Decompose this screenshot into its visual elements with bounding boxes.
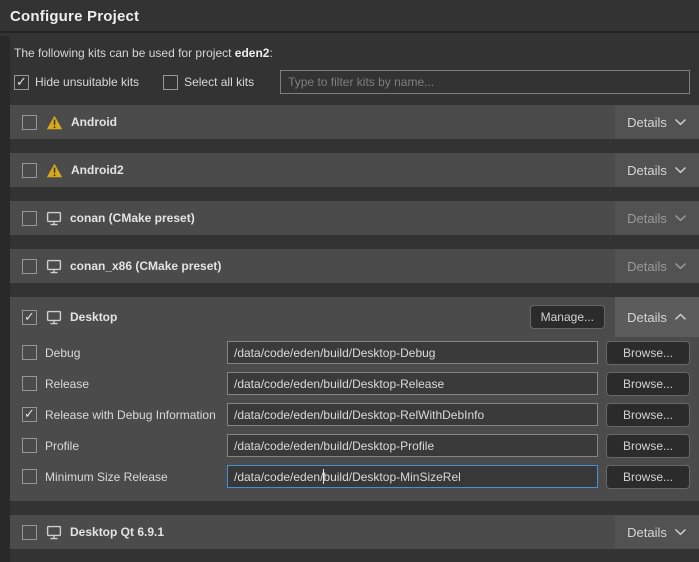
browse-button[interactable]: Browse... [606, 403, 690, 427]
config-row-release: Release Browse... [10, 368, 699, 399]
kit-name: Android [71, 115, 117, 129]
kit-row-android2: Android2 Details [10, 153, 699, 187]
kit-checkbox[interactable] [22, 211, 37, 226]
build-dir-input-relwithdebinfo[interactable] [227, 403, 598, 426]
checkbox-icon [163, 75, 178, 90]
select-all-kits-checkbox[interactable]: Select all kits [163, 75, 254, 90]
build-dir-input-release[interactable] [227, 372, 598, 395]
kit-checkbox[interactable] [22, 310, 37, 325]
chevron-down-icon [674, 528, 687, 536]
content-area: The following kits can be used for proje… [10, 33, 699, 549]
desktop-icon [46, 310, 62, 325]
details-label: Details [627, 211, 667, 226]
config-row-minsizerel: Minimum Size Release Browse... [10, 461, 699, 492]
config-label: Release [45, 377, 227, 391]
kit-name: Desktop [70, 310, 117, 324]
manage-kits-button[interactable]: Manage... [530, 305, 605, 329]
chevron-down-icon [674, 166, 687, 174]
config-checkbox[interactable] [22, 469, 37, 484]
details-label: Details [627, 115, 667, 130]
details-button-expanded[interactable]: Details [615, 297, 699, 337]
browse-button[interactable]: Browse... [606, 372, 690, 396]
kit-name: conan (CMake preset) [70, 211, 195, 225]
build-dir-input-debug[interactable] [227, 341, 598, 364]
project-name: eden2 [235, 46, 270, 60]
details-label: Details [627, 310, 667, 325]
config-label: Profile [45, 439, 227, 453]
intro-suffix: : [269, 46, 272, 60]
hide-unsuitable-kits-checkbox[interactable]: Hide unsuitable kits [14, 75, 139, 90]
config-checkbox[interactable] [22, 438, 37, 453]
kit-checkbox[interactable] [22, 115, 37, 130]
kit-name: Android2 [71, 163, 124, 177]
browse-button[interactable]: Browse... [606, 341, 690, 365]
kit-checkbox[interactable] [22, 259, 37, 274]
configure-project-window: Configure Project The following kits can… [0, 0, 699, 562]
config-row-profile: Profile Browse... [10, 430, 699, 461]
warning-icon [46, 115, 63, 130]
details-button-disabled: Details [615, 201, 699, 235]
config-label: Debug [45, 346, 227, 360]
chevron-up-icon [674, 313, 687, 321]
browse-button[interactable]: Browse... [606, 434, 690, 458]
details-button[interactable]: Details [615, 153, 699, 187]
kit-row-desktop: Desktop Manage... Details [10, 297, 699, 337]
config-row-debug: Debug Browse... [10, 337, 699, 368]
details-label: Details [627, 259, 667, 274]
build-dir-input-minsizerel[interactable] [227, 465, 598, 488]
desktop-icon [46, 211, 62, 226]
kit-block-desktop: Desktop Manage... Details Debug [10, 297, 699, 501]
details-button[interactable]: Details [615, 515, 699, 549]
desktop-icon [46, 259, 62, 274]
config-row-relwithdebinfo: Release with Debug Information Browse... [10, 399, 699, 430]
left-edge-strip [0, 36, 10, 562]
config-label: Minimum Size Release [45, 470, 227, 484]
kit-row-desktop-qt: Desktop Qt 6.9.1 Details [10, 515, 699, 549]
hide-unsuitable-kits-label: Hide unsuitable kits [35, 75, 139, 89]
page-title: Configure Project [10, 8, 689, 25]
checkbox-icon [14, 75, 29, 90]
kit-list: Android Details Android2 Details [10, 105, 699, 549]
build-config-list: Debug Browse... Release Browse... [10, 337, 699, 492]
kit-row-conan-x86: conan_x86 (CMake preset) Details [10, 249, 699, 283]
details-button-disabled: Details [615, 249, 699, 283]
details-label: Details [627, 525, 667, 540]
kit-filter-controls: Hide unsuitable kits Select all kits [10, 60, 699, 94]
details-button[interactable]: Details [615, 105, 699, 139]
select-all-kits-label: Select all kits [184, 75, 254, 89]
intro-prefix: The following kits can be used for proje… [14, 46, 235, 60]
kit-checkbox[interactable] [22, 525, 37, 540]
chevron-down-icon [674, 262, 687, 270]
text-caret [323, 469, 324, 484]
kit-name: Desktop Qt 6.9.1 [70, 525, 164, 539]
kit-row-conan: conan (CMake preset) Details [10, 201, 699, 235]
chevron-down-icon [674, 214, 687, 222]
intro-text: The following kits can be used for proje… [10, 33, 699, 60]
kit-checkbox[interactable] [22, 163, 37, 178]
kit-row-android: Android Details [10, 105, 699, 139]
config-label: Release with Debug Information [45, 408, 227, 422]
kit-name: conan_x86 (CMake preset) [70, 259, 221, 273]
chevron-down-icon [674, 118, 687, 126]
details-label: Details [627, 163, 667, 178]
desktop-icon [46, 525, 62, 540]
config-checkbox[interactable] [22, 345, 37, 360]
build-dir-input-profile[interactable] [227, 434, 598, 457]
warning-icon [46, 163, 63, 178]
page-header: Configure Project [0, 0, 699, 33]
kit-filter-input[interactable] [280, 70, 690, 94]
config-checkbox[interactable] [22, 407, 37, 422]
config-checkbox[interactable] [22, 376, 37, 391]
browse-button[interactable]: Browse... [606, 465, 690, 489]
